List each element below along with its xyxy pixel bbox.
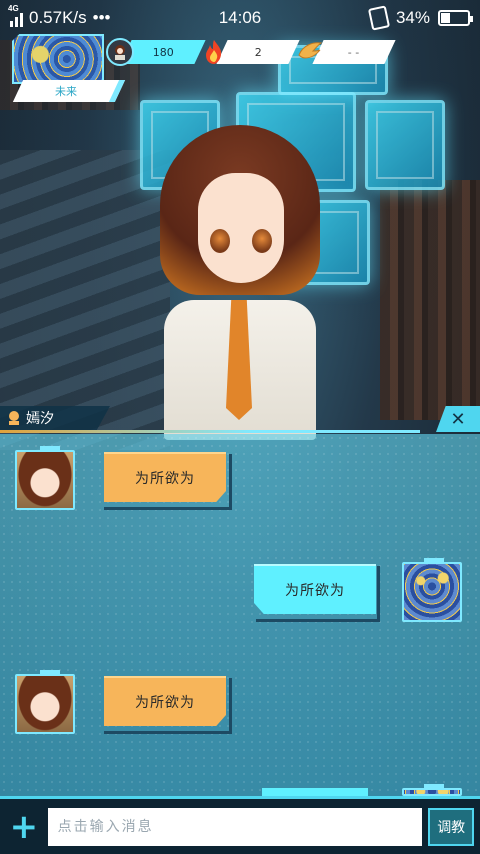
stat-fire-value: 2 [254,45,262,59]
clock: 14:06 [218,8,262,27]
stat-favor-value: 180 [152,45,174,59]
profile-name: 未来 [55,85,77,98]
message-text: 为所欲为 [285,583,345,599]
user-avatar[interactable] [402,562,462,622]
plus-icon: + [9,806,39,847]
battery-percent: 34% [395,8,430,27]
network-speed: 0.57K/s [29,8,87,27]
stat-fire[interactable]: 2 [200,38,300,66]
profile-avatar[interactable] [12,34,104,84]
holo-screen [365,100,445,190]
close-icon: ✕ [450,408,466,430]
stat-fire-pill: 2 [216,40,300,64]
tease-button[interactable]: 调教 [428,807,474,846]
more-dots: ••• [92,8,111,27]
character-face [198,173,284,283]
character-sprite[interactable] [150,125,330,440]
chat-partner-name: 嫣汐 [26,411,54,427]
chat-partner-tab: 嫣汐 [0,406,110,430]
signal-icon: 4G [8,4,23,27]
partner-avatar[interactable] [15,450,75,510]
message-bubble-partial [262,788,368,796]
message-bubble[interactable]: 为所欲为 [104,676,226,726]
battery-icon [438,10,473,26]
tease-button-label: 调教 [437,819,466,836]
vibrate-icon [367,5,391,31]
stat-wing[interactable]: - - [296,38,396,66]
stat-wing-pill: - - [312,40,396,64]
background-bookshelf [380,180,480,420]
character-eye [252,229,272,253]
flame-icon [200,38,228,66]
stat-favor[interactable]: 180 [106,38,206,66]
chat-header-divider [0,430,420,433]
user-avatar [402,788,462,796]
stat-wing-value: - - [348,45,360,59]
battery-fill [441,13,450,23]
network-type: 4G [8,4,19,13]
status-bar: 4G 0.57K/s ••• 14:06 34% [0,0,480,36]
message-input-bar: + 调教 [0,796,480,854]
add-button[interactable]: + [6,807,42,847]
message-text: 为所欲为 [135,471,195,487]
wing-icon [296,38,324,66]
profile-name-tag[interactable]: 未来 [12,80,126,102]
message-input[interactable] [47,807,423,846]
avatar-icon [106,38,134,66]
chat-partner-icon [9,411,19,425]
character-eye [210,229,230,253]
background-stairs [0,150,170,450]
partner-avatar[interactable] [15,674,75,734]
close-chat-button[interactable]: ✕ [436,406,480,432]
chat-message-list[interactable]: 为所欲为 为所欲为 为所欲为 [0,434,480,796]
message-bubble[interactable]: 为所欲为 [104,452,226,502]
message-text: 为所欲为 [135,695,195,711]
message-bubble[interactable]: 为所欲为 [254,564,376,614]
chat-header: 嫣汐 ✕ [0,406,480,434]
